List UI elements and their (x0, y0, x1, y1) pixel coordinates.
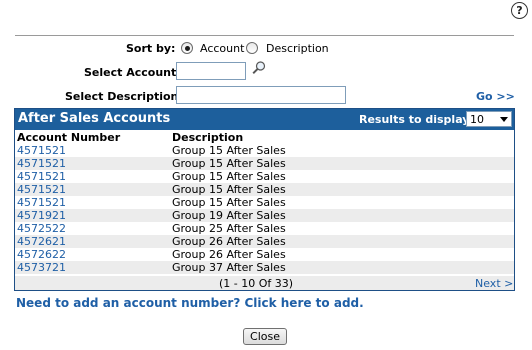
select-description-label: Select Description: (65, 90, 183, 103)
description-cell: Group 15 After Sales (172, 144, 286, 157)
table-row: 4573721 Group 37 After Sales (15, 261, 514, 274)
account-link[interactable]: 4572621 (17, 235, 66, 248)
description-cell: Group 26 After Sales (172, 248, 286, 261)
results-select-value: 10 (470, 113, 484, 126)
pagination-bar: (1 - 10 Of 33) Next > (15, 276, 514, 290)
sort-by-label: Sort by: (126, 42, 176, 55)
account-link[interactable]: 4571521 (17, 183, 66, 196)
account-link[interactable]: 4571521 (17, 196, 66, 209)
column-header-description: Description (172, 131, 244, 144)
table-row: 4571521 Group 15 After Sales (15, 196, 514, 209)
account-link[interactable]: 4573721 (17, 261, 66, 274)
account-link[interactable]: 4571521 (17, 157, 66, 170)
panel-header: After Sales Accounts Results to display:… (15, 109, 514, 130)
account-link[interactable]: 4571521 (17, 170, 66, 183)
select-description-input[interactable] (176, 86, 346, 104)
table-row: 4571521 Group 15 After Sales (15, 170, 514, 183)
description-cell: Group 37 After Sales (172, 261, 286, 274)
go-link[interactable]: Go >> (476, 90, 515, 103)
account-link[interactable]: 4571921 (17, 209, 66, 222)
table-body: 4571521 Group 15 After Sales 4571521 Group… (15, 144, 514, 274)
description-cell: Group 15 After Sales (172, 157, 286, 170)
search-icon[interactable] (251, 60, 267, 76)
description-cell: Group 25 After Sales (172, 222, 286, 235)
table-row: 4572522 Group 25 After Sales (15, 222, 514, 235)
table-row: 4572621 Group 26 After Sales (15, 235, 514, 248)
table-row: 4572622 Group 26 After Sales (15, 248, 514, 261)
results-to-display-label: Results to display: (359, 113, 474, 126)
description-cell: Group 26 After Sales (172, 235, 286, 248)
sort-account-label: Account (200, 42, 245, 55)
account-link[interactable]: 4572622 (17, 248, 66, 261)
column-header-account: Account Number (17, 131, 121, 144)
results-select[interactable]: 10 (466, 111, 512, 127)
select-account-input[interactable] (176, 62, 246, 80)
description-cell: Group 15 After Sales (172, 196, 286, 209)
sort-description-radio[interactable] (246, 42, 258, 54)
top-divider (15, 35, 514, 36)
chevron-down-icon (500, 117, 508, 122)
sort-description-label: Description (266, 42, 329, 55)
description-cell: Group 15 After Sales (172, 183, 286, 196)
account-link[interactable]: 4571521 (17, 144, 66, 157)
description-cell: Group 15 After Sales (172, 170, 286, 183)
add-account-link[interactable]: Need to add an account number? Click her… (16, 296, 364, 310)
panel-title: After Sales Accounts (18, 111, 171, 126)
table-row: 4571521 Group 15 After Sales (15, 183, 514, 196)
table-row: 4571521 Group 15 After Sales (15, 144, 514, 157)
table-row: 4571521 Group 15 After Sales (15, 157, 514, 170)
description-cell: Group 19 After Sales (172, 209, 286, 222)
close-button[interactable]: Close (243, 328, 287, 345)
column-headers: Account Number Description (15, 130, 514, 144)
help-icon[interactable]: ? (511, 2, 528, 19)
pagination-info: (1 - 10 Of 33) (219, 277, 294, 290)
next-page-link[interactable]: Next > (475, 277, 513, 290)
table-row: 4571921 Group 19 After Sales (15, 209, 514, 222)
account-link[interactable]: 4572522 (17, 222, 66, 235)
accounts-panel: After Sales Accounts Results to display:… (14, 108, 515, 291)
select-account-label: Select Account: (84, 66, 181, 79)
sort-account-radio[interactable] (181, 42, 193, 54)
